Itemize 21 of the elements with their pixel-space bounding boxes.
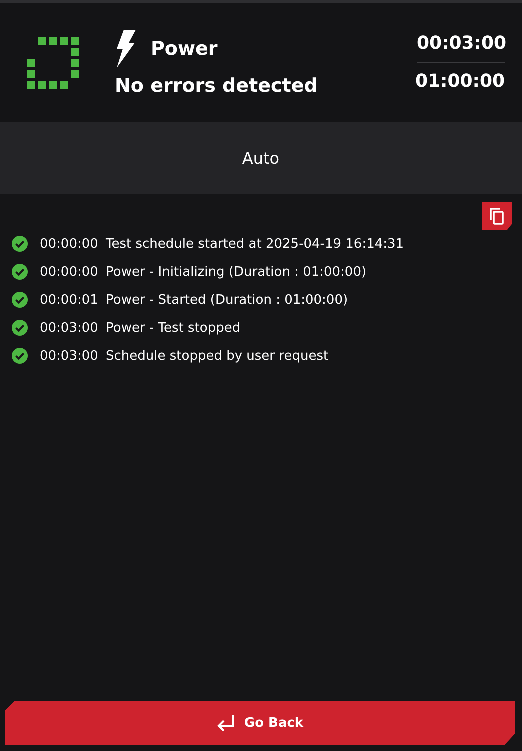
log-message: Power - Initializing (Duration : 01:00:00) [106,264,367,280]
lightning-icon [115,28,137,68]
mode-label: Auto [242,148,280,168]
status-text: No errors detected [115,74,319,96]
copy-icon [489,207,505,225]
elapsed-time: 00:03:00 [417,25,505,63]
log-message: Power - Test stopped [106,320,241,336]
log-message: Schedule stopped by user request [106,348,329,364]
go-back-button[interactable]: Go Back [5,701,515,745]
log-time: 00:03:00 [40,320,100,336]
return-arrow-icon [216,713,236,733]
log-time: 00:00:00 [40,236,100,252]
total-duration: 01:00:00 [415,70,505,94]
log-message: Test schedule started at 2025-04-19 16:14:31 [106,236,404,252]
copy-button[interactable] [482,202,512,230]
log-time: 00:00:00 [40,264,100,280]
log-time: 00:03:00 [40,348,100,364]
progress-icon [25,34,81,90]
log-time: 00:00:01 [40,292,100,308]
test-name: Power [151,38,218,60]
log-message: Power - Started (Duration : 01:00:00) [106,292,348,308]
